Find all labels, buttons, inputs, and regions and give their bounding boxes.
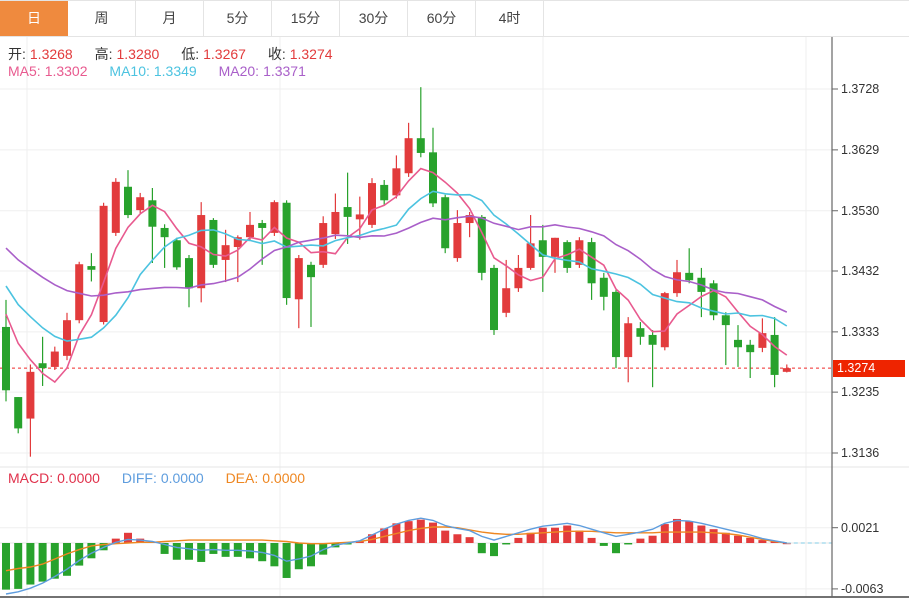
price-axis-label-6: 1.3235 [841,385,879,399]
high-value: 1.3280 [117,46,160,62]
macd-readout: MACD:0.0000 DIFF:0.0000 DEA:0.0000 [8,470,309,486]
last-price-badge: 1.3274 [833,360,905,377]
price-axis-label-1: 1.3728 [841,82,879,96]
price-axis-label-7: 1.3136 [841,446,879,460]
timeframe-tab-4[interactable]: 5分 [204,1,272,36]
diff-label: DIFF: [122,470,157,486]
ma20-value: 1.3371 [263,63,306,79]
low-value: 1.3267 [203,46,246,62]
high-label: 高: [95,46,113,62]
ma10-value: 1.3349 [154,63,197,79]
ma5-value: 1.3302 [45,63,88,79]
open-value: 1.3268 [30,46,73,62]
timeframe-tab-1[interactable]: 日 [0,1,68,36]
ma5-label: MA5: [8,63,41,79]
timeframe-tab-3[interactable]: 月 [136,1,204,36]
close-value: 1.3274 [290,46,333,62]
price-axis-label-3: 1.3530 [841,204,879,218]
macd-label: MACD: [8,470,53,486]
ma10-label: MA10: [109,63,149,79]
open-label: 开: [8,46,26,62]
close-label: 收: [268,46,286,62]
timeframe-tab-2[interactable]: 周 [68,1,136,36]
timeframe-tab-7[interactable]: 60分 [408,1,476,36]
macd-value: 0.0000 [57,470,100,486]
ohlc-readout: 开:1.3268 高:1.3280 低:1.3267 收:1.3274 [8,44,337,64]
price-axis-label-2: 1.3629 [841,143,879,157]
timeframe-tabbar: 日周月5分15分30分60分4时 [0,0,909,37]
diff-value: 0.0000 [161,470,204,486]
timeframe-tab-6[interactable]: 30分 [340,1,408,36]
macd-axis-label-1: 0.0021 [841,521,879,535]
kline-trading-app: 日周月5分15分30分60分4时 开:1.3268 高:1.3280 低:1.3… [0,0,909,602]
timeframe-tab-5[interactable]: 15分 [272,1,340,36]
price-axis-label-5: 1.3333 [841,325,879,339]
dea-value: 0.0000 [262,470,305,486]
kline-chart-canvas[interactable] [0,0,909,602]
low-label: 低: [181,46,199,62]
macd-axis-label-2: -0.0063 [841,582,883,596]
price-axis-label-4: 1.3432 [841,264,879,278]
ma-readout: MA5:1.3302 MA10: 1.3349 MA20:1.3371 [8,63,310,79]
dea-label: DEA: [226,470,259,486]
ma20-label: MA20: [219,63,259,79]
timeframe-tab-8[interactable]: 4时 [476,1,544,36]
